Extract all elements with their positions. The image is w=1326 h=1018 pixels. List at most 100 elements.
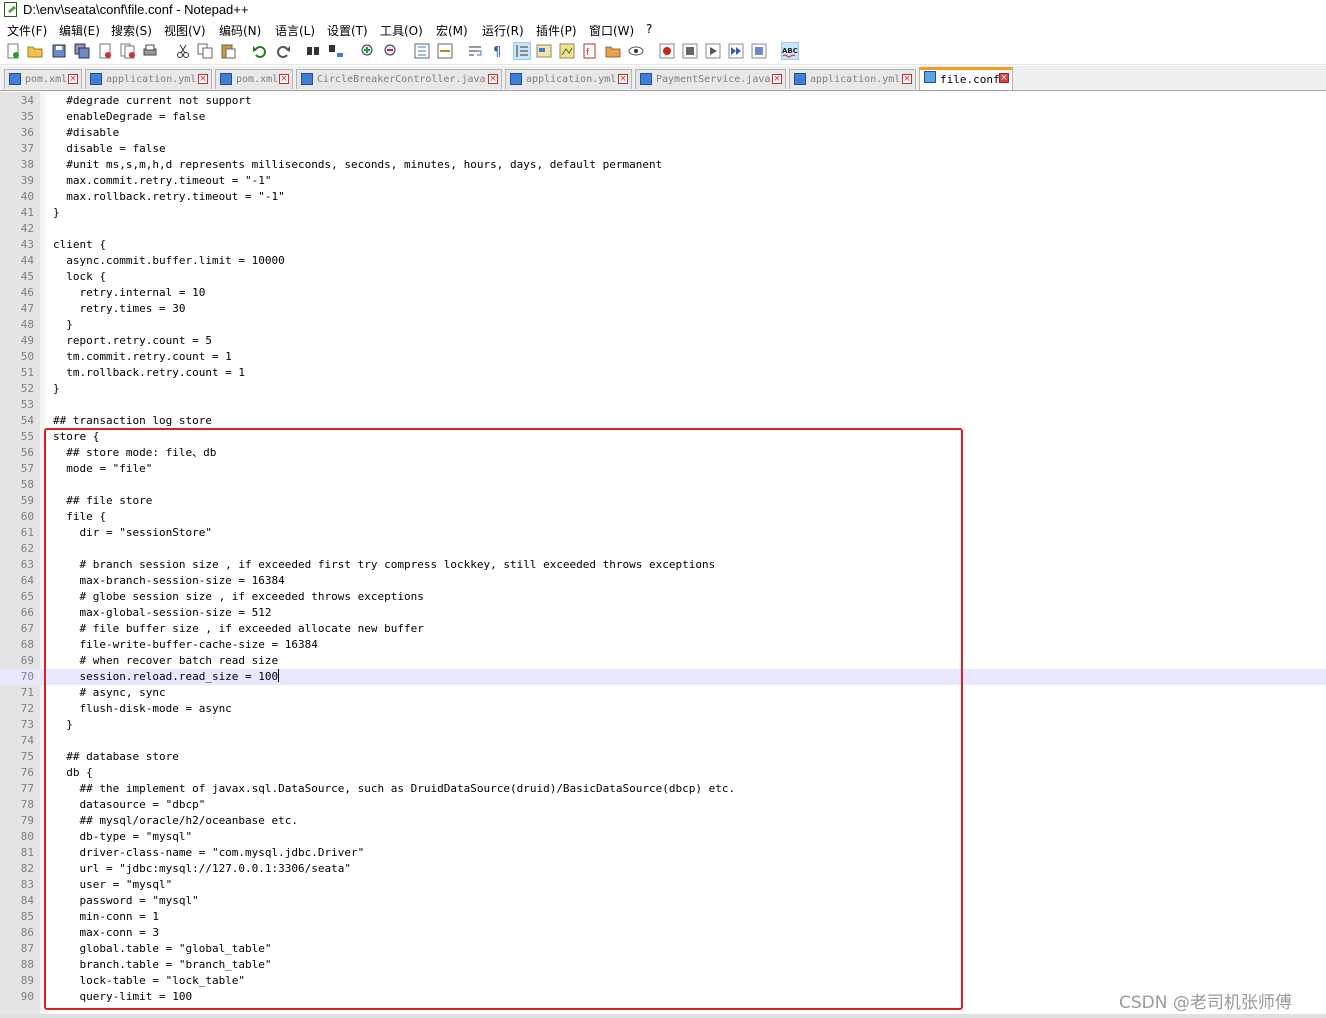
code-line[interactable]: 71 # async, sync bbox=[0, 685, 1326, 701]
close-tab-icon[interactable]: × bbox=[772, 74, 782, 84]
code-line[interactable]: 65 # globe session size , if exceeded th… bbox=[0, 589, 1326, 605]
play-macro-icon[interactable] bbox=[705, 43, 721, 59]
menu-window[interactable]: 窗口(W) bbox=[589, 22, 634, 39]
code-line[interactable]: 61 dir = "sessionStore" bbox=[0, 525, 1326, 541]
code-line[interactable]: 88 branch.table = "branch_table" bbox=[0, 957, 1326, 973]
close-tab-icon[interactable]: × bbox=[488, 74, 498, 84]
code-line[interactable]: 66 max-global-session-size = 512 bbox=[0, 605, 1326, 621]
menu-file[interactable]: 文件(F) bbox=[7, 22, 47, 39]
tab-circlebreakercontroller-java[interactable]: CircleBreakerController.java × bbox=[296, 69, 502, 89]
code-line[interactable]: 68 file-write-buffer-cache-size = 16384 bbox=[0, 637, 1326, 653]
save-icon[interactable] bbox=[51, 43, 67, 59]
user-language-icon[interactable] bbox=[536, 43, 552, 59]
code-line[interactable]: 75 ## database store bbox=[0, 749, 1326, 765]
code-line[interactable]: 73 } bbox=[0, 717, 1326, 733]
function-list-icon[interactable]: f bbox=[582, 43, 598, 59]
code-line[interactable]: 51 tm.rollback.retry.count = 1 bbox=[0, 365, 1326, 381]
menu-macro[interactable]: 宏(M) bbox=[436, 22, 468, 39]
paste-icon[interactable] bbox=[220, 43, 236, 59]
cut-icon[interactable] bbox=[175, 43, 191, 59]
close-tab-icon[interactable]: × bbox=[68, 74, 78, 84]
code-line[interactable]: 85 min-conn = 1 bbox=[0, 909, 1326, 925]
zoom-in-icon[interactable] bbox=[360, 43, 376, 59]
menu-encoding[interactable]: 编码(N) bbox=[219, 22, 261, 39]
code-line[interactable]: 86 max-conn = 3 bbox=[0, 925, 1326, 941]
indent-guide-icon[interactable] bbox=[513, 42, 531, 60]
code-line[interactable]: 43 client { bbox=[0, 237, 1326, 253]
code-line[interactable]: 59 ## file store bbox=[0, 493, 1326, 509]
zoom-out-icon[interactable] bbox=[383, 43, 399, 59]
code-line[interactable]: 69 # when recover batch read size bbox=[0, 653, 1326, 669]
monitoring-icon[interactable] bbox=[628, 43, 644, 59]
code-line[interactable]: 63 # branch session size , if exceeded f… bbox=[0, 557, 1326, 573]
redo-icon[interactable] bbox=[275, 43, 291, 59]
sync-vertical-icon[interactable] bbox=[414, 43, 430, 59]
sync-horizontal-icon[interactable] bbox=[437, 43, 453, 59]
undo-icon[interactable] bbox=[252, 43, 268, 59]
close-icon[interactable] bbox=[97, 43, 113, 59]
code-line[interactable]: 78 datasource = "dbcp" bbox=[0, 797, 1326, 813]
code-line[interactable]: 40 max.rollback.retry.timeout = "-1" bbox=[0, 189, 1326, 205]
code-line[interactable]: 70 session.reload.read_size = 100 bbox=[0, 669, 1326, 685]
code-line[interactable]: 36 #disable bbox=[0, 125, 1326, 141]
code-line[interactable]: 45 lock { bbox=[0, 269, 1326, 285]
code-line[interactable]: 53 bbox=[0, 397, 1326, 413]
doc-map-icon[interactable] bbox=[559, 43, 575, 59]
code-line[interactable]: 42 bbox=[0, 221, 1326, 237]
folder-workspace-icon[interactable] bbox=[605, 43, 621, 59]
save-all-icon[interactable] bbox=[74, 43, 90, 59]
code-line[interactable]: 37 disable = false bbox=[0, 141, 1326, 157]
close-tab-icon[interactable]: × bbox=[902, 74, 912, 84]
code-line[interactable]: 79 ## mysql/oracle/h2/oceanbase etc. bbox=[0, 813, 1326, 829]
code-line[interactable]: 46 retry.internal = 10 bbox=[0, 285, 1326, 301]
tab-file-conf[interactable]: file.conf × bbox=[919, 67, 1013, 90]
code-line[interactable]: 82 url = "jdbc:mysql://127.0.0.1:3306/se… bbox=[0, 861, 1326, 877]
code-line[interactable]: 56 ## store mode: file、db bbox=[0, 445, 1326, 461]
open-file-icon[interactable] bbox=[27, 43, 43, 59]
code-line[interactable]: 50 tm.commit.retry.count = 1 bbox=[0, 349, 1326, 365]
tab-paymentservice-java[interactable]: PaymentService.java × bbox=[635, 69, 786, 89]
copy-icon[interactable] bbox=[197, 43, 213, 59]
show-all-chars-icon[interactable]: ¶ bbox=[490, 43, 506, 59]
code-line[interactable]: 47 retry.times = 30 bbox=[0, 301, 1326, 317]
record-macro-icon[interactable] bbox=[659, 43, 675, 59]
code-line[interactable]: 39 max.commit.retry.timeout = "-1" bbox=[0, 173, 1326, 189]
code-line[interactable]: 81 driver-class-name = "com.mysql.jdbc.D… bbox=[0, 845, 1326, 861]
stop-record-icon[interactable] bbox=[682, 43, 698, 59]
menu-settings[interactable]: 设置(T) bbox=[327, 22, 368, 39]
code-line[interactable]: 67 # file buffer size , if exceeded allo… bbox=[0, 621, 1326, 637]
code-line[interactable]: 34 #degrade current not support bbox=[0, 93, 1326, 109]
run-macro-multiple-icon[interactable] bbox=[728, 43, 744, 59]
code-line[interactable]: 72 flush-disk-mode = async bbox=[0, 701, 1326, 717]
tab-application-yml-3[interactable]: application.yml × bbox=[789, 69, 916, 89]
tab-pom-xml-2[interactable]: pom.xml × bbox=[215, 69, 293, 89]
print-icon[interactable] bbox=[142, 43, 158, 59]
tab-pom-xml-1[interactable]: pom.xml × bbox=[4, 69, 82, 89]
close-all-icon[interactable] bbox=[120, 43, 136, 59]
code-line[interactable]: 74 bbox=[0, 733, 1326, 749]
code-line[interactable]: 77 ## the implement of javax.sql.DataSou… bbox=[0, 781, 1326, 797]
code-line[interactable]: 62 bbox=[0, 541, 1326, 557]
code-line[interactable]: 52} bbox=[0, 381, 1326, 397]
tab-application-yml-2[interactable]: application.yml × bbox=[505, 69, 632, 89]
menu-run[interactable]: 运行(R) bbox=[482, 22, 524, 39]
new-file-icon[interactable] bbox=[5, 43, 21, 59]
code-line[interactable]: 41} bbox=[0, 205, 1326, 221]
code-line[interactable]: 58 bbox=[0, 477, 1326, 493]
close-tab-icon[interactable]: × bbox=[999, 73, 1009, 83]
spell-check-icon[interactable]: ABC bbox=[781, 42, 799, 60]
code-line[interactable]: 83 user = "mysql" bbox=[0, 877, 1326, 893]
code-line[interactable]: 44 async.commit.buffer.limit = 10000 bbox=[0, 253, 1326, 269]
code-line[interactable]: 48 } bbox=[0, 317, 1326, 333]
word-wrap-icon[interactable] bbox=[467, 43, 483, 59]
code-line[interactable]: 87 global.table = "global_table" bbox=[0, 941, 1326, 957]
code-line[interactable]: 38 #unit ms,s,m,h,d represents milliseco… bbox=[0, 157, 1326, 173]
editor-area[interactable]: 34 #degrade current not support 35 enable… bbox=[0, 92, 1326, 1016]
code-line[interactable]: 89 lock-table = "lock_table" bbox=[0, 973, 1326, 989]
menu-search[interactable]: 搜索(S) bbox=[111, 22, 152, 39]
code-line[interactable]: 60 file { bbox=[0, 509, 1326, 525]
code-line[interactable]: 55 store { bbox=[0, 429, 1326, 445]
code-line[interactable]: 54 ## transaction log store bbox=[0, 413, 1326, 429]
replace-icon[interactable] bbox=[328, 43, 344, 59]
tab-application-yml-1[interactable]: application.yml × bbox=[85, 69, 212, 89]
